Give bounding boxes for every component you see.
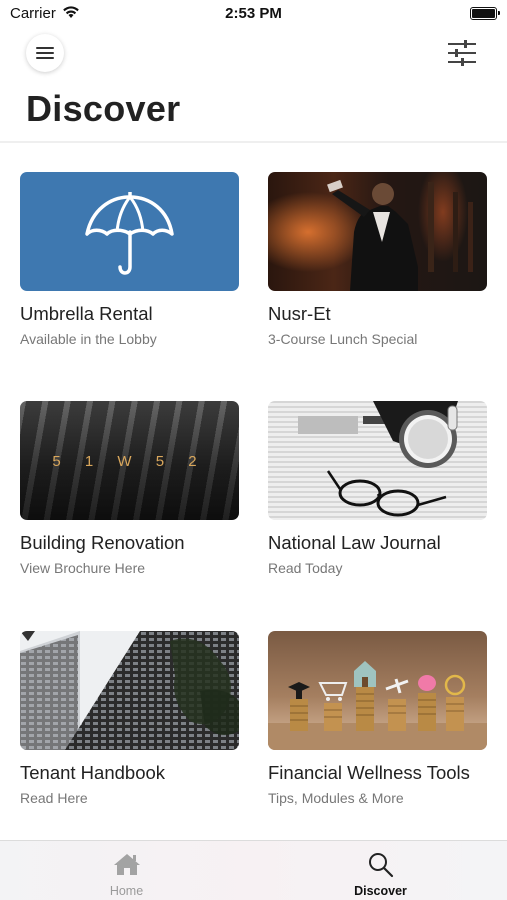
sliders-icon	[448, 40, 476, 66]
card-nusr-et[interactable]: Nusr-Et 3-Course Lunch Special	[268, 172, 488, 347]
page-title: Discover	[26, 88, 181, 129]
card-title: Financial Wellness Tools	[268, 762, 470, 783]
card-subtitle: Tips, Modules & More	[268, 790, 404, 806]
skyscraper-illustration	[20, 631, 239, 750]
card-subtitle: Read Today	[268, 560, 343, 576]
card-image	[20, 172, 239, 291]
card-subtitle: Available in the Lobby	[20, 331, 157, 347]
card-subtitle: View Brochure Here	[20, 560, 146, 576]
coins-photo	[268, 631, 487, 750]
search-icon	[368, 853, 393, 878]
card-subtitle: Read Here	[20, 790, 88, 806]
card-title: Building Renovation	[20, 532, 185, 553]
card-tenant-handbook[interactable]: Tenant Handbook Read Here	[20, 631, 240, 806]
card-title: Tenant Handbook	[20, 762, 166, 783]
card-umbrella-rental[interactable]: Umbrella Rental Available in the Lobby	[20, 172, 240, 347]
chef-silhouette	[327, 179, 473, 291]
skyscraper-photo	[20, 631, 239, 750]
card-subtitle: 3-Course Lunch Special	[268, 331, 418, 347]
status-time: 2:53 PM	[225, 5, 282, 22]
brochure-text: 5 1 W 5 2	[52, 453, 207, 470]
restaurant-photo	[268, 172, 487, 291]
home-icon	[113, 854, 140, 875]
tab-label: Home	[109, 884, 144, 898]
tab-bar: Home Discover	[0, 840, 507, 900]
status-bar: Carrier 2:53 PM	[0, 0, 507, 28]
newspaper-photo	[268, 401, 487, 520]
tab-home[interactable]: Home	[0, 841, 253, 900]
filter-button[interactable]	[447, 40, 477, 68]
hamburger-icon	[36, 47, 54, 59]
battery-icon	[470, 7, 500, 20]
card-national-law-journal[interactable]: National Law Journal Read Today	[268, 401, 488, 576]
card-building-renovation[interactable]: 5 1 W 5 2 Building Renovation View Broch…	[20, 401, 240, 576]
coin-stacks-illustration	[268, 661, 487, 750]
building-brochure-photo: 5 1 W 5 2	[20, 401, 239, 520]
tab-label: Discover	[354, 884, 407, 898]
menu-button[interactable]	[26, 34, 64, 72]
card-title: Umbrella Rental	[20, 303, 153, 324]
card-title: Nusr-Et	[268, 303, 331, 324]
card-financial-wellness-tools[interactable]: Financial Wellness Tools Tips, Modules &…	[268, 631, 488, 806]
umbrella-icon	[85, 192, 174, 275]
coffee-glasses-illustration	[268, 401, 487, 520]
header-divider	[0, 141, 507, 143]
card-title: National Law Journal	[268, 532, 441, 553]
tab-discover[interactable]: Discover	[254, 841, 507, 900]
